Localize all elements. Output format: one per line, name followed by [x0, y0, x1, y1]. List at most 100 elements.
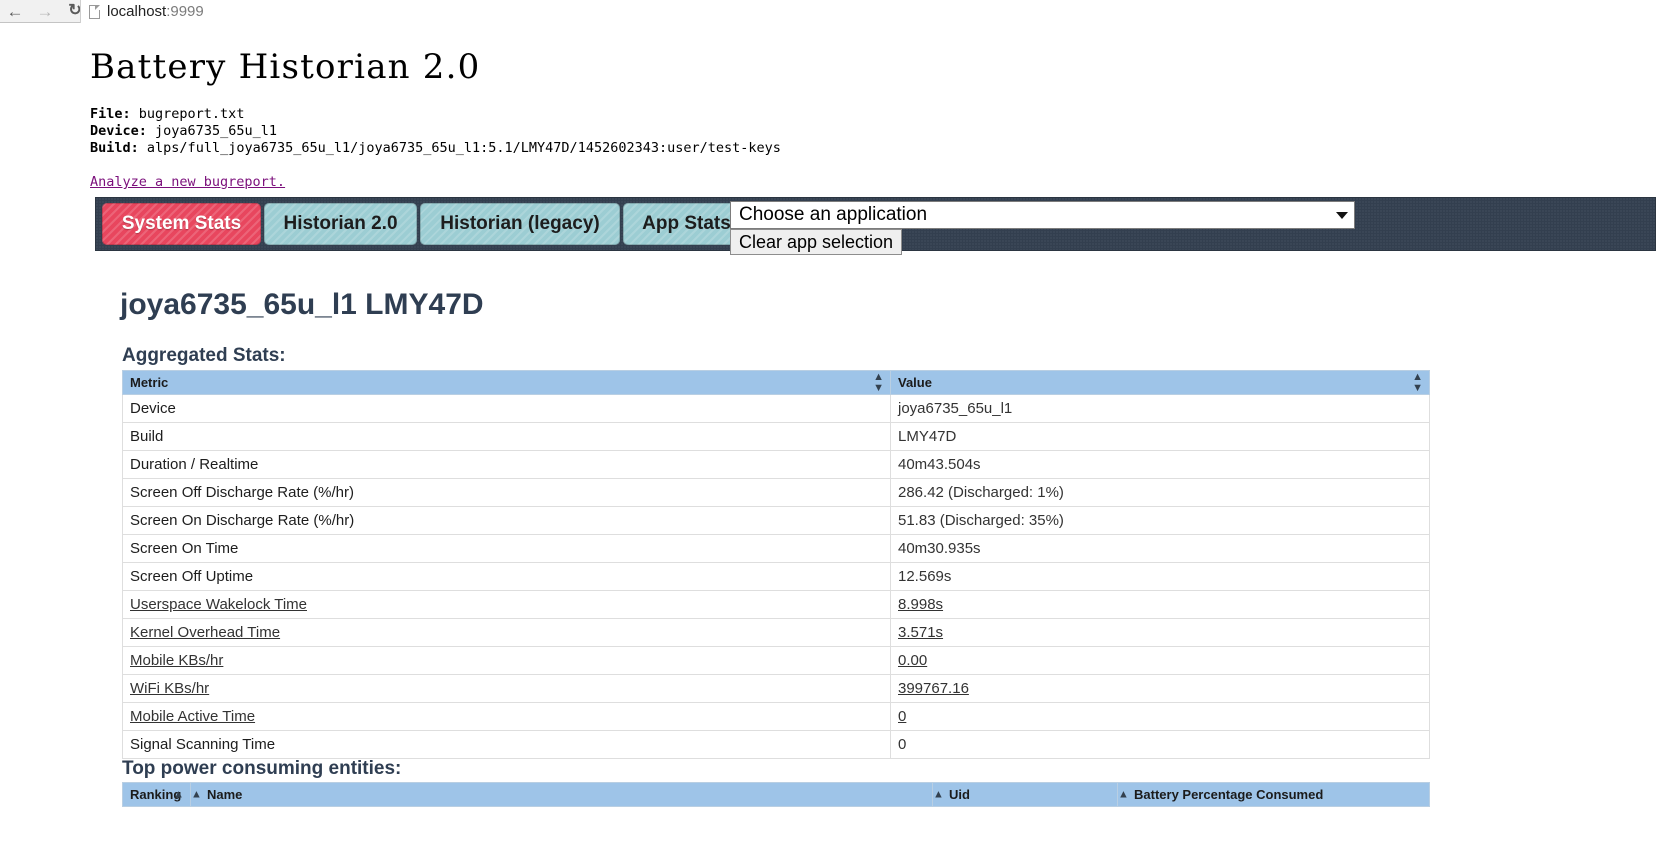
cell-metric: Screen On Time — [122, 534, 891, 563]
url-port: :9999 — [166, 3, 204, 20]
chevron-down-icon — [1336, 211, 1348, 219]
table-row: Signal Scanning Time 0 — [122, 730, 1430, 759]
cell-value: 12.569s — [890, 562, 1430, 591]
clear-app-selection-button[interactable]: Clear app selection — [730, 229, 902, 255]
value-link[interactable]: 0.00 — [898, 652, 927, 669]
application-select[interactable]: Choose an application — [730, 201, 1355, 229]
tab-system-stats[interactable]: System Stats — [102, 203, 261, 245]
metadata-device: Device: joya6735_65u_l1 — [90, 123, 781, 140]
table-row: Userspace Wakelock Time 8.998s — [122, 590, 1430, 619]
value-link[interactable]: 0 — [898, 708, 906, 725]
column-header-metric-label: Metric — [130, 375, 169, 390]
cell-value: 40m30.935s — [890, 534, 1430, 563]
column-header-battery-percentage[interactable]: ▲ Battery Percentage Consumed — [1117, 782, 1430, 807]
sort-arrows-icon: ▲ ▼ — [873, 370, 884, 394]
table-row: Duration / Realtime 40m43.504s — [122, 450, 1430, 479]
column-header-uid-label: Uid — [949, 787, 970, 802]
cell-value[interactable]: 0 — [890, 702, 1430, 731]
page-content: Battery Historian 2.0 File: bugreport.tx… — [0, 24, 1656, 846]
metric-link[interactable]: WiFi KBs/hr — [130, 680, 209, 697]
table-header-row: Ranking ▲ ▲ Name ▲ Uid ▲ Battery Percent… — [122, 782, 1430, 807]
top-power-entities-table: Ranking ▲ ▲ Name ▲ Uid ▲ Battery Percent… — [122, 782, 1430, 807]
sort-ascending-icon: ▲ — [933, 788, 944, 800]
metadata-device-key: Device: — [90, 123, 147, 139]
page-document-icon — [89, 4, 100, 19]
column-header-uid[interactable]: ▲ Uid — [932, 782, 1118, 807]
page-title: Battery Historian 2.0 — [90, 47, 481, 87]
table-row: Kernel Overhead Time 3.571s — [122, 618, 1430, 647]
cell-metric[interactable]: WiFi KBs/hr — [122, 674, 891, 703]
cell-metric: Screen On Discharge Rate (%/hr) — [122, 506, 891, 535]
value-link[interactable]: 8.998s — [898, 596, 943, 613]
application-select-value: Choose an application — [739, 204, 928, 225]
aggregated-stats-body: Device joya6735_65u_l1 Build LMY47D Duration… — [122, 394, 1430, 759]
url-host: localhost — [107, 3, 167, 20]
url-text: localhost:9999 — [107, 3, 204, 20]
tab-bar: System Stats Historian 2.0 Historian (le… — [95, 197, 1656, 255]
cell-value: 40m43.504s — [890, 450, 1430, 479]
cell-metric: Build — [122, 422, 891, 451]
cell-value[interactable]: 399767.16 — [890, 674, 1430, 703]
aggregated-stats-heading: Aggregated Stats: — [122, 345, 286, 366]
table-row: Mobile KBs/hr 0.00 — [122, 646, 1430, 675]
metadata-device-value: joya6735_65u_l1 — [155, 123, 277, 139]
metadata-build: Build: alps/full_joya6735_65u_l1/joya673… — [90, 140, 781, 157]
metric-link[interactable]: Mobile Active Time — [130, 708, 255, 725]
analyze-new-bugreport-link[interactable]: Analyze a new bugreport. — [90, 174, 285, 190]
cell-metric[interactable]: Kernel Overhead Time — [122, 618, 891, 647]
cell-metric: Signal Scanning Time — [122, 730, 891, 759]
aggregated-stats-table: Metric ▲ ▼ Value ▲ ▼ Device joya6735_65u_l1… — [122, 370, 1430, 759]
table-row: WiFi KBs/hr 399767.16 — [122, 674, 1430, 703]
sort-ascending-icon: ▲ — [191, 788, 202, 800]
forward-arrow-icon: → — [36, 1, 54, 21]
device-heading: joya6735_65u_l1 LMY47D — [120, 288, 484, 321]
column-header-metric[interactable]: Metric ▲ ▼ — [122, 370, 891, 395]
column-header-name-label: Name — [207, 787, 243, 802]
cell-value: joya6735_65u_l1 — [890, 394, 1430, 423]
tab-historian-2[interactable]: Historian 2.0 — [264, 203, 417, 245]
cell-value: LMY47D — [890, 422, 1430, 451]
sort-arrows-icon: ▲ ▼ — [1412, 370, 1423, 394]
metric-link[interactable]: Userspace Wakelock Time — [130, 596, 307, 613]
cell-value[interactable]: 0.00 — [890, 646, 1430, 675]
table-row: Screen On Time 40m30.935s — [122, 534, 1430, 563]
table-row: Device joya6735_65u_l1 — [122, 394, 1430, 423]
sort-ascending-icon: ▲ — [1118, 788, 1129, 800]
metadata-file-key: File: — [90, 106, 131, 122]
cell-metric: Device — [122, 394, 891, 423]
metric-link[interactable]: Kernel Overhead Time — [130, 624, 280, 641]
column-header-ranking[interactable]: Ranking ▲ — [122, 782, 191, 807]
cell-metric: Screen Off Uptime — [122, 562, 891, 591]
back-arrow-icon[interactable]: ← — [0, 0, 30, 22]
top-power-entities-heading: Top power consuming entities: — [122, 758, 402, 779]
column-header-name[interactable]: ▲ Name — [190, 782, 933, 807]
browser-chrome: ← → ↻ localhost:9999 — [0, 0, 1656, 23]
metric-link[interactable]: Mobile KBs/hr — [130, 652, 223, 669]
cell-value[interactable]: 8.998s — [890, 590, 1430, 619]
table-row: Build LMY47D — [122, 422, 1430, 451]
tab-historian-legacy[interactable]: Historian (legacy) — [420, 203, 620, 245]
table-row: Mobile Active Time 0 — [122, 702, 1430, 731]
cell-metric: Duration / Realtime — [122, 450, 891, 479]
value-link[interactable]: 399767.16 — [898, 680, 969, 697]
table-row: Screen Off Uptime 12.569s — [122, 562, 1430, 591]
cell-metric[interactable]: Mobile Active Time — [122, 702, 891, 731]
table-row: Screen On Discharge Rate (%/hr) 51.83 (Di… — [122, 506, 1430, 535]
cell-value[interactable]: 3.571s — [890, 618, 1430, 647]
table-header-row: Metric ▲ ▼ Value ▲ ▼ — [122, 370, 1430, 395]
metadata-file-value: bugreport.txt — [138, 106, 245, 122]
value-link[interactable]: 3.571s — [898, 624, 943, 641]
metadata-build-value: alps/full_joya6735_65u_l1/joya6735_65u_l… — [146, 140, 781, 156]
cell-metric: Screen Off Discharge Rate (%/hr) — [122, 478, 891, 507]
column-header-value[interactable]: Value ▲ ▼ — [890, 370, 1430, 395]
sort-ascending-icon: ▲ — [173, 788, 184, 800]
cell-metric[interactable]: Userspace Wakelock Time — [122, 590, 891, 619]
table-row: Screen Off Discharge Rate (%/hr) 286.42 (… — [122, 478, 1430, 507]
report-metadata: File: bugreport.txt Device: joya6735_65u… — [90, 106, 781, 157]
cell-value: 51.83 (Discharged: 35%) — [890, 506, 1430, 535]
address-bar[interactable]: localhost:9999 — [80, 0, 1656, 23]
column-header-battery-percentage-label: Battery Percentage Consumed — [1134, 787, 1324, 802]
cell-metric[interactable]: Mobile KBs/hr — [122, 646, 891, 675]
column-header-value-label: Value — [898, 375, 932, 390]
metadata-build-key: Build: — [90, 140, 139, 156]
